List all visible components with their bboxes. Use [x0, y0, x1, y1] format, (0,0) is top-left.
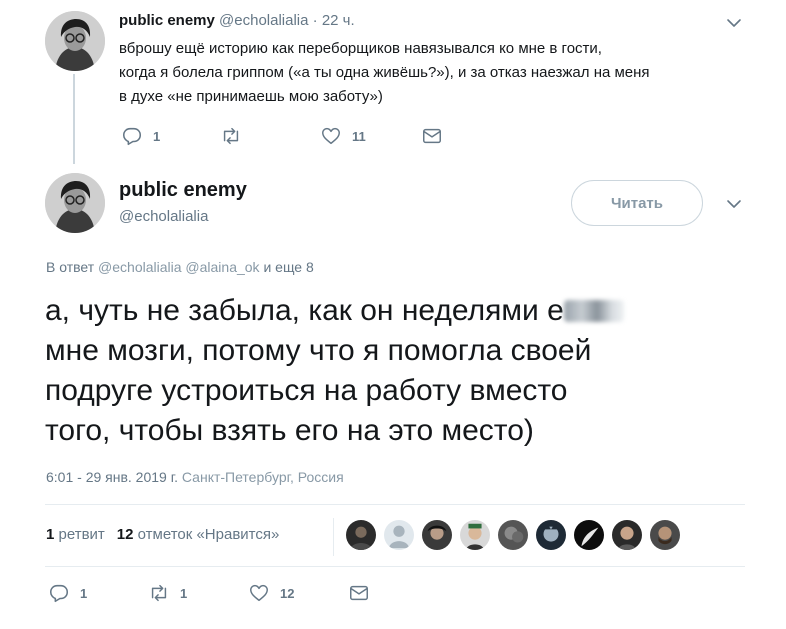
retweet-count: 1 — [180, 585, 188, 601]
liker-avatar[interactable] — [649, 519, 681, 551]
liker-avatar[interactable] — [459, 519, 491, 551]
censored-word — [563, 300, 624, 322]
tweet-metadata: 6:01 - 29 янв. 2019 г. Санкт-Петербург, … — [46, 469, 344, 485]
separator-dot: · — [308, 12, 322, 29]
reply-mentions[interactable]: @echolalialia @alaina_ok — [98, 259, 260, 275]
liker-avatar[interactable] — [573, 519, 605, 551]
retweets-label: ретвит — [58, 526, 105, 543]
tweet-text: а, чуть не забыла, как он неделями е мне… — [45, 291, 745, 451]
liker-avatar[interactable] — [345, 519, 377, 551]
tweet-timestamp[interactable]: 6:01 - 29 янв. 2019 г. — [46, 469, 178, 485]
direct-message-icon — [350, 585, 368, 601]
follow-button[interactable]: Читать — [571, 180, 703, 226]
tweet-text-line: того, чтобы взять его на это место) — [45, 414, 534, 447]
like-icon — [250, 584, 268, 602]
retweets-stat[interactable]: 1 ретвит — [46, 526, 105, 543]
reply-more[interactable]: и еще 8 — [263, 259, 313, 275]
avatar[interactable] — [45, 11, 105, 71]
likes-number: 12 — [116, 526, 134, 543]
tweet-text-line: в духе «не принимаешь мою заботу») — [119, 88, 383, 105]
reply-count: 1 — [80, 585, 88, 601]
author-name[interactable]: public enemy — [119, 12, 215, 29]
like-count: 12 — [280, 585, 295, 601]
author-handle[interactable]: @echolalialia — [119, 208, 208, 225]
chevron-down-icon[interactable] — [725, 195, 743, 213]
retweet-button[interactable]: 1 — [148, 582, 187, 604]
retweets-number: 1 — [46, 526, 55, 543]
retweet-button[interactable] — [220, 125, 252, 147]
divider — [45, 504, 745, 505]
reply-icon — [122, 127, 142, 146]
liker-avatar[interactable] — [497, 519, 529, 551]
likes-label: отметок «Нравится» — [137, 526, 280, 543]
author-handle[interactable]: @echolalialia — [219, 12, 308, 29]
like-icon — [322, 127, 340, 145]
like-count: 11 — [352, 128, 366, 144]
tweet-text-line: когда я болела гриппом («а ты одна живёш… — [119, 64, 650, 81]
retweet-icon — [223, 127, 239, 145]
likes-stat[interactable]: 12 отметок «Нравится» — [117, 526, 280, 543]
author-name[interactable]: public enemy — [119, 179, 247, 202]
direct-message-button[interactable] — [421, 125, 443, 147]
liker-avatar[interactable] — [421, 519, 453, 551]
liker-avatar[interactable] — [535, 519, 567, 551]
like-button[interactable]: 12 — [248, 582, 294, 604]
tweet-stats: 1 ретвит 12 отметок «Нравится» — [46, 526, 279, 543]
reply-count: 1 — [153, 128, 161, 144]
tweet-text: вброшу ещё историю как переборщиков навя… — [119, 37, 719, 109]
liker-avatar[interactable] — [383, 519, 415, 551]
direct-message-icon — [423, 128, 441, 144]
thread-connector-line — [73, 74, 75, 164]
liker-avatar[interactable] — [611, 519, 643, 551]
avatar[interactable] — [45, 173, 105, 233]
retweet-icon — [151, 584, 167, 602]
tweet-text-line: а, чуть не забыла, как он неделями е — [45, 291, 745, 331]
tweet-text-line: вброшу ещё историю как переборщиков навя… — [119, 40, 602, 57]
tweet-location[interactable]: Санкт-Петербург, Россия — [182, 469, 344, 485]
chevron-down-icon[interactable] — [725, 14, 743, 32]
reply-prefix: В ответ — [46, 259, 95, 275]
reply-button[interactable]: 1 — [48, 582, 87, 604]
reply-icon — [49, 584, 69, 603]
reply-context: В ответ @echolalialia @alaina_ok и еще 8 — [46, 259, 314, 275]
stats-separator — [333, 518, 334, 556]
tweet-header: public enemy @echolalialia · 22 ч. — [119, 12, 355, 29]
reply-button[interactable]: 1 — [121, 125, 160, 147]
tweet-text-segment: а, чуть не забыла, как он неделями е — [45, 294, 564, 327]
tweet-text-line: мне мозги, потому что я помогла своей — [45, 334, 592, 367]
like-button[interactable]: 11 — [320, 125, 366, 147]
direct-message-button[interactable] — [348, 582, 370, 604]
tweet-text-line: подруге устроиться на работу вместо — [45, 374, 568, 407]
tweet-time[interactable]: 22 ч. — [322, 12, 355, 29]
divider — [45, 566, 745, 567]
